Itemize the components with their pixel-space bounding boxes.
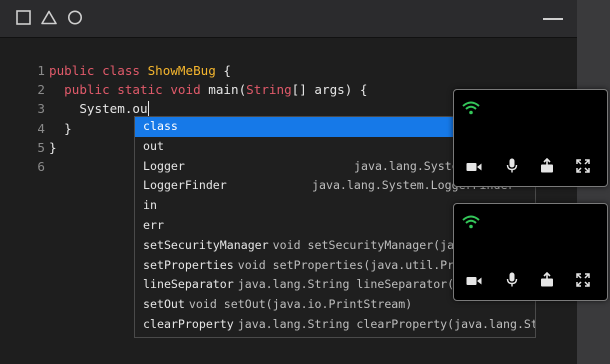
line-number: 4 xyxy=(37,120,45,136)
autocomplete-detail: java.lang.String lineSeparator() xyxy=(237,277,462,292)
wifi-signal-icon xyxy=(462,100,480,119)
autocomplete-label: err xyxy=(143,217,164,232)
autocomplete-label: Logger xyxy=(143,158,185,173)
wifi-signal-icon xyxy=(462,214,480,233)
code-token: } xyxy=(49,120,72,136)
code-token: } xyxy=(49,139,57,155)
autocomplete-label: setOut xyxy=(143,297,185,312)
camera-icon[interactable] xyxy=(466,272,482,291)
autocomplete-label: setSecurityManager xyxy=(143,237,269,252)
code-token: ShowMeBug xyxy=(147,63,216,78)
code-token: [] args) { xyxy=(291,82,368,98)
share-icon[interactable] xyxy=(540,157,554,177)
autocomplete-item[interactable]: clearProperty java.lang.String clearPrope… xyxy=(135,315,535,335)
autocomplete-label: clearProperty xyxy=(143,316,234,331)
code-line[interactable]: 2 public static void main(String[] args)… xyxy=(28,80,368,99)
fullscreen-icon[interactable] xyxy=(576,272,590,291)
code-token: class xyxy=(102,63,148,78)
autocomplete-label: lineSeparator xyxy=(143,277,234,292)
code-token: void xyxy=(170,82,209,98)
code-token: System.ou xyxy=(49,101,148,117)
microphone-icon[interactable] xyxy=(506,272,518,291)
code-token: main( xyxy=(208,82,247,98)
square-icon[interactable] xyxy=(16,10,31,29)
triangle-icon[interactable] xyxy=(41,10,57,29)
text-cursor xyxy=(147,101,149,117)
autocomplete-label: class xyxy=(143,119,178,133)
circle-icon[interactable] xyxy=(67,10,83,30)
share-icon[interactable] xyxy=(540,271,554,291)
code-line[interactable]: 1 public class ShowMeBug { xyxy=(28,61,368,80)
autocomplete-detail: void setOut(java.io.PrintStream) xyxy=(188,297,413,312)
video-tile[interactable] xyxy=(453,203,608,301)
autocomplete-label: setProperties xyxy=(143,257,234,272)
line-number: 5 xyxy=(37,139,45,155)
code-token: String xyxy=(246,82,292,98)
line-number: 3 xyxy=(37,101,45,117)
autocomplete-label: LoggerFinder xyxy=(143,178,227,193)
code-token: { xyxy=(215,63,231,78)
line-number: 2 xyxy=(37,82,45,98)
code-token: public xyxy=(49,63,103,78)
fullscreen-icon[interactable] xyxy=(576,158,590,177)
line-number: 1 xyxy=(37,63,45,78)
title-bar xyxy=(0,0,577,38)
autocomplete-detail: java.lang.String clearProperty(java.lang… xyxy=(237,316,535,331)
video-tile[interactable] xyxy=(453,89,608,187)
code-token: public xyxy=(64,82,118,98)
line-number: 6 xyxy=(37,158,45,174)
camera-icon[interactable] xyxy=(466,158,482,177)
minimize-icon[interactable] xyxy=(543,18,563,20)
autocomplete-label: out xyxy=(143,138,164,153)
autocomplete-label: in xyxy=(143,198,157,213)
microphone-icon[interactable] xyxy=(506,158,518,177)
code-token: static xyxy=(117,82,171,98)
